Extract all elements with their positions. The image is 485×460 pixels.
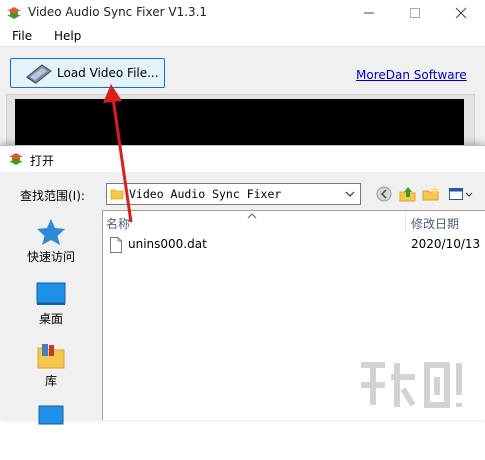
sort-up-icon — [247, 213, 257, 219]
column-divider[interactable] — [405, 211, 406, 233]
close-button[interactable] — [438, 0, 484, 26]
file-name: unins000.dat — [128, 237, 207, 251]
place-this-pc[interactable] — [6, 400, 96, 460]
view-menu-icon — [449, 188, 473, 200]
video-file-icon — [26, 64, 52, 84]
moredan-software-link[interactable]: MoreDan Software — [356, 68, 467, 82]
view-menu-button[interactable] — [447, 184, 473, 204]
load-video-file-button[interactable]: Load Video File... — [10, 58, 165, 88]
watermark-logo — [361, 362, 462, 408]
back-button[interactable] — [374, 184, 394, 204]
desktop-icon — [36, 282, 66, 305]
place-desktop[interactable]: 桌面 — [6, 276, 96, 336]
new-folder-button[interactable] — [421, 184, 441, 204]
window-title: Video Audio Sync Fixer V1.3.1 — [28, 5, 208, 19]
back-arrow-icon — [376, 186, 392, 202]
close-icon — [455, 7, 467, 19]
load-button-label: Load Video File... — [57, 66, 159, 80]
dialog-title: 打开 — [30, 154, 55, 168]
library-icon — [37, 344, 65, 369]
file-icon — [110, 237, 122, 253]
look-in-value: Video Audio Sync Fixer — [129, 187, 282, 201]
chevron-down-icon — [345, 191, 355, 197]
new-folder-icon — [422, 186, 439, 201]
menu-bar: File Help — [0, 26, 485, 47]
file-modified-date: 2020/10/13 1 — [411, 237, 485, 251]
up-one-level-button[interactable] — [398, 184, 418, 204]
title-bar: Video Audio Sync Fixer V1.3.1 — [0, 0, 485, 26]
minimize-button[interactable] — [346, 0, 392, 26]
place-quick-access[interactable]: 快速访问 — [6, 214, 96, 274]
look-in-label: 查找范围(I): — [20, 189, 85, 203]
place-label: 快速访问 — [26, 250, 75, 264]
column-header-name[interactable]: 名称 — [106, 215, 130, 232]
menu-help[interactable]: Help — [54, 29, 81, 43]
maximize-icon — [410, 8, 420, 18]
maximize-button[interactable] — [392, 0, 438, 26]
minimize-icon — [364, 12, 374, 14]
file-row[interactable]: unins000.dat 2020/10/13 1 — [103, 235, 485, 255]
dialog-title-bar: 打开 — [0, 146, 485, 172]
sync-app-icon — [9, 153, 23, 165]
folder-up-icon — [399, 187, 416, 202]
sync-app-icon — [7, 7, 21, 19]
place-label: 桌面 — [38, 312, 63, 326]
place-library[interactable]: 库 — [6, 338, 96, 398]
computer-icon — [38, 405, 64, 425]
look-in-dropdown[interactable]: Video Audio Sync Fixer — [106, 183, 361, 205]
places-bar: 快速访问 桌面 库 — [0, 210, 102, 425]
star-icon — [37, 219, 65, 245]
place-label: 库 — [44, 374, 57, 388]
folder-icon — [110, 189, 124, 200]
column-header-date[interactable]: 修改日期 — [411, 215, 459, 232]
menu-file[interactable]: File — [12, 29, 32, 43]
